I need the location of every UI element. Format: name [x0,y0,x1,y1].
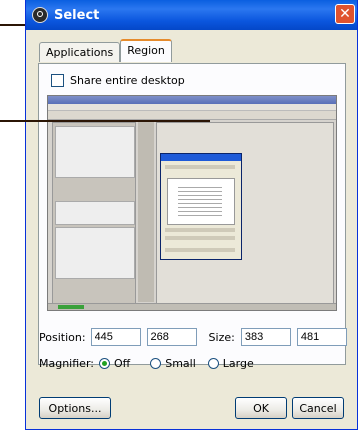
options-button[interactable]: Options... [39,397,111,419]
magnifier-off-radio[interactable] [98,358,110,369]
preview-left-pane [52,122,136,304]
close-button[interactable]: ✕ [335,4,355,24]
share-desktop-checkbox[interactable] [51,74,64,87]
ok-button[interactable]: OK [235,397,287,419]
tab-applications[interactable]: Applications [39,42,121,62]
size-width-field[interactable] [240,328,291,346]
magnifier-large-radio[interactable] [207,358,219,369]
cancel-button[interactable]: Cancel [292,397,344,419]
size-label: Size: [208,330,235,344]
position-x-field[interactable] [90,328,141,346]
preview-select-region [160,153,242,260]
preview-dialog-row [165,228,235,232]
magnifier-small-label[interactable]: Small [165,357,196,370]
preview-dialog-row [165,248,235,252]
preview-dialog-inner [167,178,235,225]
app-icon [32,7,48,23]
preview-taskbar-item [58,305,84,309]
desktop-preview[interactable] [47,95,337,311]
select-dialog: Select ✕ Applications Region Share entir… [25,0,358,430]
magnifier-off-label[interactable]: Off [114,357,130,370]
preview-dialog-row [165,165,235,169]
tab-strip: Applications Region [39,39,172,62]
preview-toolbar [48,111,336,120]
title-bar[interactable]: Select ✕ [26,0,357,30]
magnifier-small-radio[interactable] [150,358,162,369]
tab-region[interactable]: Region [120,39,172,62]
window-title: Select [54,7,100,23]
preview-dialog-row [165,236,235,240]
close-icon: ✕ [339,6,351,22]
preview-menubar [48,104,336,111]
preview-toolstrip [138,122,154,302]
position-size-row: Position: Size: [39,328,347,346]
preview-dialog-title [161,154,241,161]
preview-block [55,227,135,279]
preview-statusbar [48,303,336,310]
magnifier-label: Magnifier: [39,357,94,370]
preview-block [55,126,135,178]
share-desktop-row[interactable]: Share entire desktop [51,74,185,87]
pointer-line-bottom [0,120,210,122]
position-y-field[interactable] [146,328,197,346]
position-label: Position: [39,330,86,344]
region-panel: Share entire desktop [38,63,346,365]
magnifier-large-label[interactable]: Large [223,357,254,370]
size-height-field[interactable] [296,328,347,346]
share-desktop-label: Share entire desktop [70,74,185,87]
magnifier-row: Magnifier: Off Small Large [39,357,254,370]
preview-titlebar [48,96,336,104]
preview-block [55,201,135,225]
